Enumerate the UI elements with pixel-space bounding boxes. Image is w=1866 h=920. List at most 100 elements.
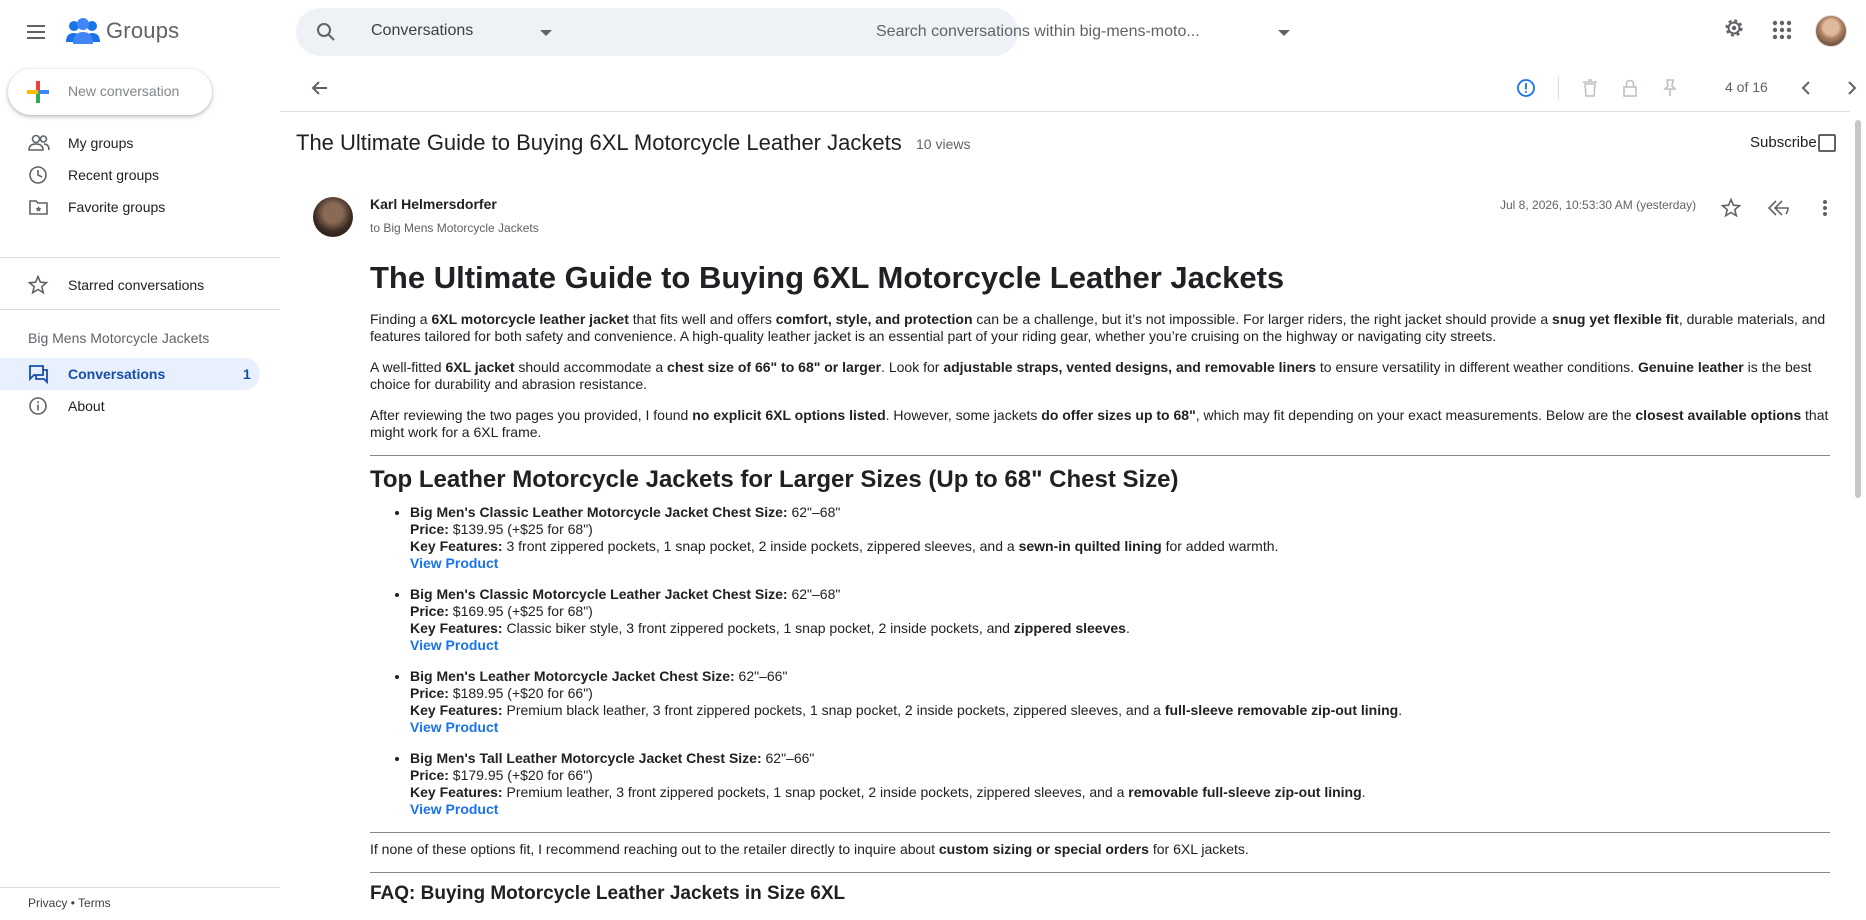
clock-icon — [29, 166, 47, 184]
section-divider — [370, 455, 1830, 456]
sidebar-item-label: Starred conversations — [68, 277, 205, 293]
text-run: . — [1398, 702, 1403, 718]
chevron-left-icon[interactable] — [1796, 78, 1816, 98]
back-arrow-icon[interactable] — [310, 78, 330, 98]
app-name: Groups — [106, 18, 180, 43]
product-item: Big Men's Classic Motorcycle Leather Jac… — [410, 586, 1830, 654]
lock-icon[interactable] — [1620, 78, 1640, 98]
subscribe-checkbox[interactable] — [1818, 134, 1836, 152]
bold-text: chest size of 66" to 68" or larger — [667, 359, 882, 375]
sidebar-item-recent-groups[interactable]: Recent groups — [0, 159, 260, 191]
report-info-icon[interactable] — [1516, 78, 1536, 98]
account-avatar[interactable] — [1815, 15, 1847, 47]
reply-all-icon[interactable] — [1766, 197, 1790, 219]
view-product-link[interactable]: View Product — [410, 719, 498, 735]
text-run: . However, some jackets — [885, 407, 1042, 423]
sidebar-divider — [0, 257, 280, 258]
post-heading: The Ultimate Guide to Buying 6XL Motorcy… — [370, 260, 1285, 295]
message-body: The Ultimate Guide to Buying 6XL Motorcy… — [370, 259, 1830, 907]
group-name[interactable]: Big Mens Motorcycle Jackets — [28, 330, 209, 346]
product-name: Big Men's Classic Motorcycle Leather Jac… — [410, 586, 788, 602]
text-run: After reviewing the two pages you provid… — [370, 407, 693, 423]
unread-count-badge: 1 — [243, 366, 251, 382]
text-run: that fits well and offers — [628, 311, 776, 327]
section-divider — [370, 872, 1830, 873]
product-list: Big Men's Classic Leather Motorcycle Jac… — [410, 504, 1830, 818]
new-conversation-label: New conversation — [68, 83, 180, 99]
privacy-link[interactable]: Privacy — [28, 896, 67, 910]
product-features: 3 front zippered pockets, 1 snap pocket,… — [503, 538, 1279, 554]
search-input[interactable] — [876, 18, 1246, 46]
sidebar-item-label: Recent groups — [68, 167, 160, 183]
footer-links: Privacy • Terms — [28, 896, 111, 910]
top-bar: Groups Conversations — [0, 0, 1866, 64]
new-conversation-button[interactable]: New conversation — [8, 69, 212, 115]
view-product-link[interactable]: View Product — [410, 801, 498, 817]
features-label: Key Features: — [410, 702, 503, 718]
post-paragraph: After reviewing the two pages you provid… — [370, 407, 1830, 441]
chevron-right-icon[interactable] — [1842, 78, 1862, 98]
forum-icon — [29, 365, 48, 384]
folder-star-icon — [29, 200, 48, 215]
menu-icon — [27, 25, 45, 27]
sidebar-item-label: Conversations — [68, 366, 166, 382]
star-icon[interactable] — [1720, 197, 1742, 219]
text-run: should accommodate a — [514, 359, 668, 375]
terms-link[interactable]: Terms — [78, 896, 111, 910]
bold-text: snug yet flexible fit — [1552, 311, 1679, 327]
product-name: Big Men's Classic Leather Motorcycle Jac… — [410, 504, 788, 520]
sidebar-item-favorite-groups[interactable]: Favorite groups — [0, 191, 260, 223]
product-price: $139.95 (+$25 for 68") — [448, 521, 593, 537]
product-size: 62"–66" — [734, 668, 788, 684]
text-run: for added warmth. — [1161, 538, 1279, 554]
price-label: Price: — [410, 603, 449, 619]
bold-text: 6XL jacket — [445, 359, 515, 375]
text-run: A well-fitted — [370, 359, 446, 375]
author-name[interactable]: Karl Helmersdorfer — [370, 196, 497, 212]
bold-text: custom sizing or special orders — [938, 841, 1149, 857]
scrollbar-thumb[interactable] — [1855, 120, 1861, 498]
product-features: Premium black leather, 3 front zippered … — [503, 702, 1403, 718]
conversation-pager: 4 of 16 — [1725, 79, 1768, 95]
pin-icon[interactable] — [1660, 78, 1680, 98]
search-scope-dropdown-icon[interactable] — [540, 30, 552, 36]
product-size: 62"–66" — [761, 750, 815, 766]
bold-text: do offer sizes up to 68" — [1041, 407, 1196, 423]
sidebar-item-label: My groups — [68, 135, 134, 151]
more-options-icon[interactable] — [1820, 197, 1830, 219]
delete-icon[interactable] — [1580, 78, 1600, 98]
text-run: for 6XL jackets. — [1148, 841, 1249, 857]
sidebar-item-conversations[interactable]: Conversations 1 — [0, 358, 260, 390]
sidebar-item-label: About — [68, 398, 105, 414]
product-features: Classic biker style, 3 front zippered po… — [502, 620, 1129, 636]
view-product-link[interactable]: View Product — [410, 637, 498, 653]
sidebar-item-starred-conversations[interactable]: Starred conversations — [0, 269, 260, 301]
bold-text: no explicit 6XL options listed — [692, 407, 886, 423]
conversation-pane: 4 of 16 The Ultimate Guide to Buying 6XL… — [280, 64, 1866, 920]
toolbar-divider — [1558, 77, 1559, 99]
text-run: Classic biker style, 3 front zippered po… — [502, 620, 1014, 636]
view-product-link[interactable]: View Product — [410, 555, 498, 571]
sidebar-item-label: Favorite groups — [68, 199, 166, 215]
subscribe-label: Subscribe — [1750, 134, 1817, 151]
sidebar-item-my-groups[interactable]: My groups — [0, 127, 260, 159]
search-options-dropdown-icon[interactable] — [1278, 30, 1290, 36]
settings-gear-icon[interactable] — [1722, 16, 1746, 40]
bold-text: 6XL motorcycle leather jacket — [431, 311, 629, 327]
bold-text: Genuine leather — [1637, 359, 1744, 375]
text-run: . Look for — [881, 359, 944, 375]
author-avatar[interactable] — [313, 197, 353, 237]
message-date: Jul 8, 2026, 10:53:30 AM (yesterday) — [1500, 198, 1697, 212]
conversation-toolbar: 4 of 16 — [280, 64, 1857, 112]
main-menu-button[interactable] — [18, 18, 54, 46]
text-run: Finding a — [370, 311, 432, 327]
groups-logo[interactable]: Groups — [66, 18, 179, 44]
bold-text: closest available options — [1635, 407, 1802, 423]
search-scope-label[interactable]: Conversations — [371, 22, 473, 40]
features-label: Key Features: — [410, 620, 503, 636]
search-icon[interactable] — [314, 20, 338, 44]
sidebar-item-about[interactable]: About — [0, 390, 260, 422]
apps-grid-icon[interactable] — [1772, 20, 1792, 40]
product-price: $169.95 (+$25 for 68") — [448, 603, 593, 619]
bold-text: full-sleeve removable zip-out lining — [1164, 702, 1399, 718]
